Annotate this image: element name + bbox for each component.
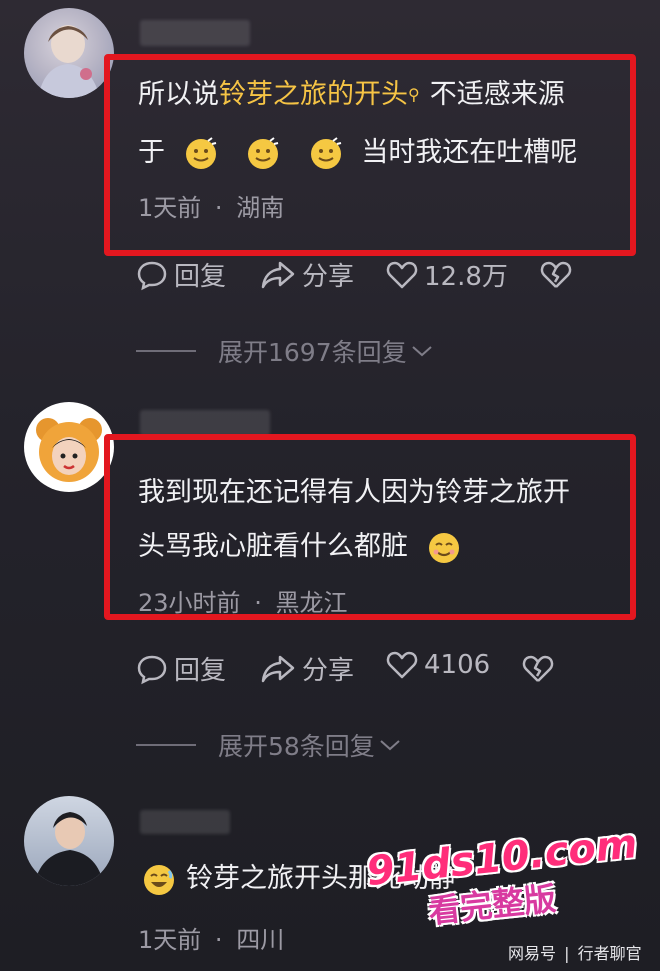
reply-icon <box>137 655 167 684</box>
search-link[interactable]: 铃芽之旅的开头 <box>219 79 408 110</box>
share-button[interactable]: 分享 <box>260 256 354 293</box>
source-name: 网易号 <box>508 944 557 963</box>
meta-separator: · <box>254 589 262 617</box>
emoji-icon <box>428 532 459 563</box>
emoji-icon <box>310 136 342 169</box>
like-button[interactable]: 4106 <box>386 650 490 680</box>
broken-heart-icon[interactable] <box>522 654 554 684</box>
chevron-down-icon <box>411 346 432 357</box>
expand-replies[interactable]: 展开1697条回复 <box>136 333 433 369</box>
comment-meta: 1天前 · 湖南 <box>138 188 284 223</box>
comment-time: 23小时前 <box>138 589 241 617</box>
author-name: 行者聊官 <box>577 944 642 963</box>
meta-separator: · <box>214 194 223 222</box>
comment-text: 头骂我心脏看什么都脏 <box>138 531 408 562</box>
chevron-down-icon <box>380 740 400 751</box>
comment-text-line-1: 我到现在还记得有人因为铃芽之旅开 <box>138 477 570 508</box>
share-icon <box>261 655 295 682</box>
like-button[interactable]: 12.8万 <box>386 256 508 293</box>
expand-label: 展开58条回复 <box>218 732 375 761</box>
source-watermark: 网易号 | 行者聊官 <box>508 940 642 964</box>
heart-icon <box>386 651 418 679</box>
heart-icon <box>386 261 418 288</box>
comment-meta: 1天前 · 四川 <box>138 920 284 955</box>
comment-location: 湖南 <box>236 194 285 222</box>
comment-text: 当时我还在吐槽呢 <box>361 137 578 168</box>
meta-separator: · <box>214 926 223 954</box>
expand-label: 展开1697条回复 <box>218 338 407 367</box>
share-label: 分享 <box>302 262 355 292</box>
comment-text: 于 <box>138 137 165 168</box>
comment-text-line-1: 所以说铃芽之旅的开头⚲ 不适感来源 <box>138 66 565 124</box>
reply-button[interactable]: 回复 <box>136 650 226 687</box>
comment-text: 所以说 <box>138 79 219 110</box>
comment-text: 不适感来源 <box>429 79 565 110</box>
comment-text-line-2: 头骂我心脏看什么都脏 <box>138 518 471 576</box>
comment-time: 1天前 <box>138 194 202 222</box>
expand-replies[interactable]: 展开58条回复 <box>136 727 401 763</box>
avatar-image <box>34 812 104 886</box>
comment-location: 黑龙江 <box>275 589 348 617</box>
like-count: 4106 <box>424 650 491 680</box>
avatar[interactable] <box>24 796 114 886</box>
avatar[interactable] <box>24 8 114 98</box>
comment-text-line-2: 于 当时我还在吐槽呢 <box>138 124 577 182</box>
expand-divider <box>136 744 196 746</box>
avatar-image <box>36 418 102 482</box>
emoji-icon <box>248 136 279 169</box>
reply-icon <box>137 261 167 290</box>
broken-heart-icon[interactable] <box>540 260 572 290</box>
username-blurred <box>140 410 270 436</box>
username-blurred <box>140 20 250 46</box>
emoji-icon <box>144 864 174 895</box>
username-blurred <box>140 810 230 834</box>
share-label: 分享 <box>302 656 355 686</box>
comment-meta: 23小时前 · 黑龙江 <box>138 583 347 618</box>
avatar[interactable] <box>24 402 114 492</box>
share-button[interactable]: 分享 <box>260 650 354 687</box>
emoji-icon <box>185 136 216 169</box>
reply-label: 回复 <box>174 262 227 292</box>
comment-time: 1天前 <box>138 926 202 954</box>
source-divider: | <box>564 944 570 963</box>
comment-location: 四川 <box>236 926 285 954</box>
share-icon <box>261 261 295 288</box>
avatar-image <box>38 25 100 98</box>
search-icon[interactable]: ⚲ <box>408 85 420 104</box>
like-count: 12.8万 <box>424 262 508 292</box>
reply-label: 回复 <box>174 656 227 686</box>
expand-divider <box>136 350 196 352</box>
reply-button[interactable]: 回复 <box>136 256 226 293</box>
